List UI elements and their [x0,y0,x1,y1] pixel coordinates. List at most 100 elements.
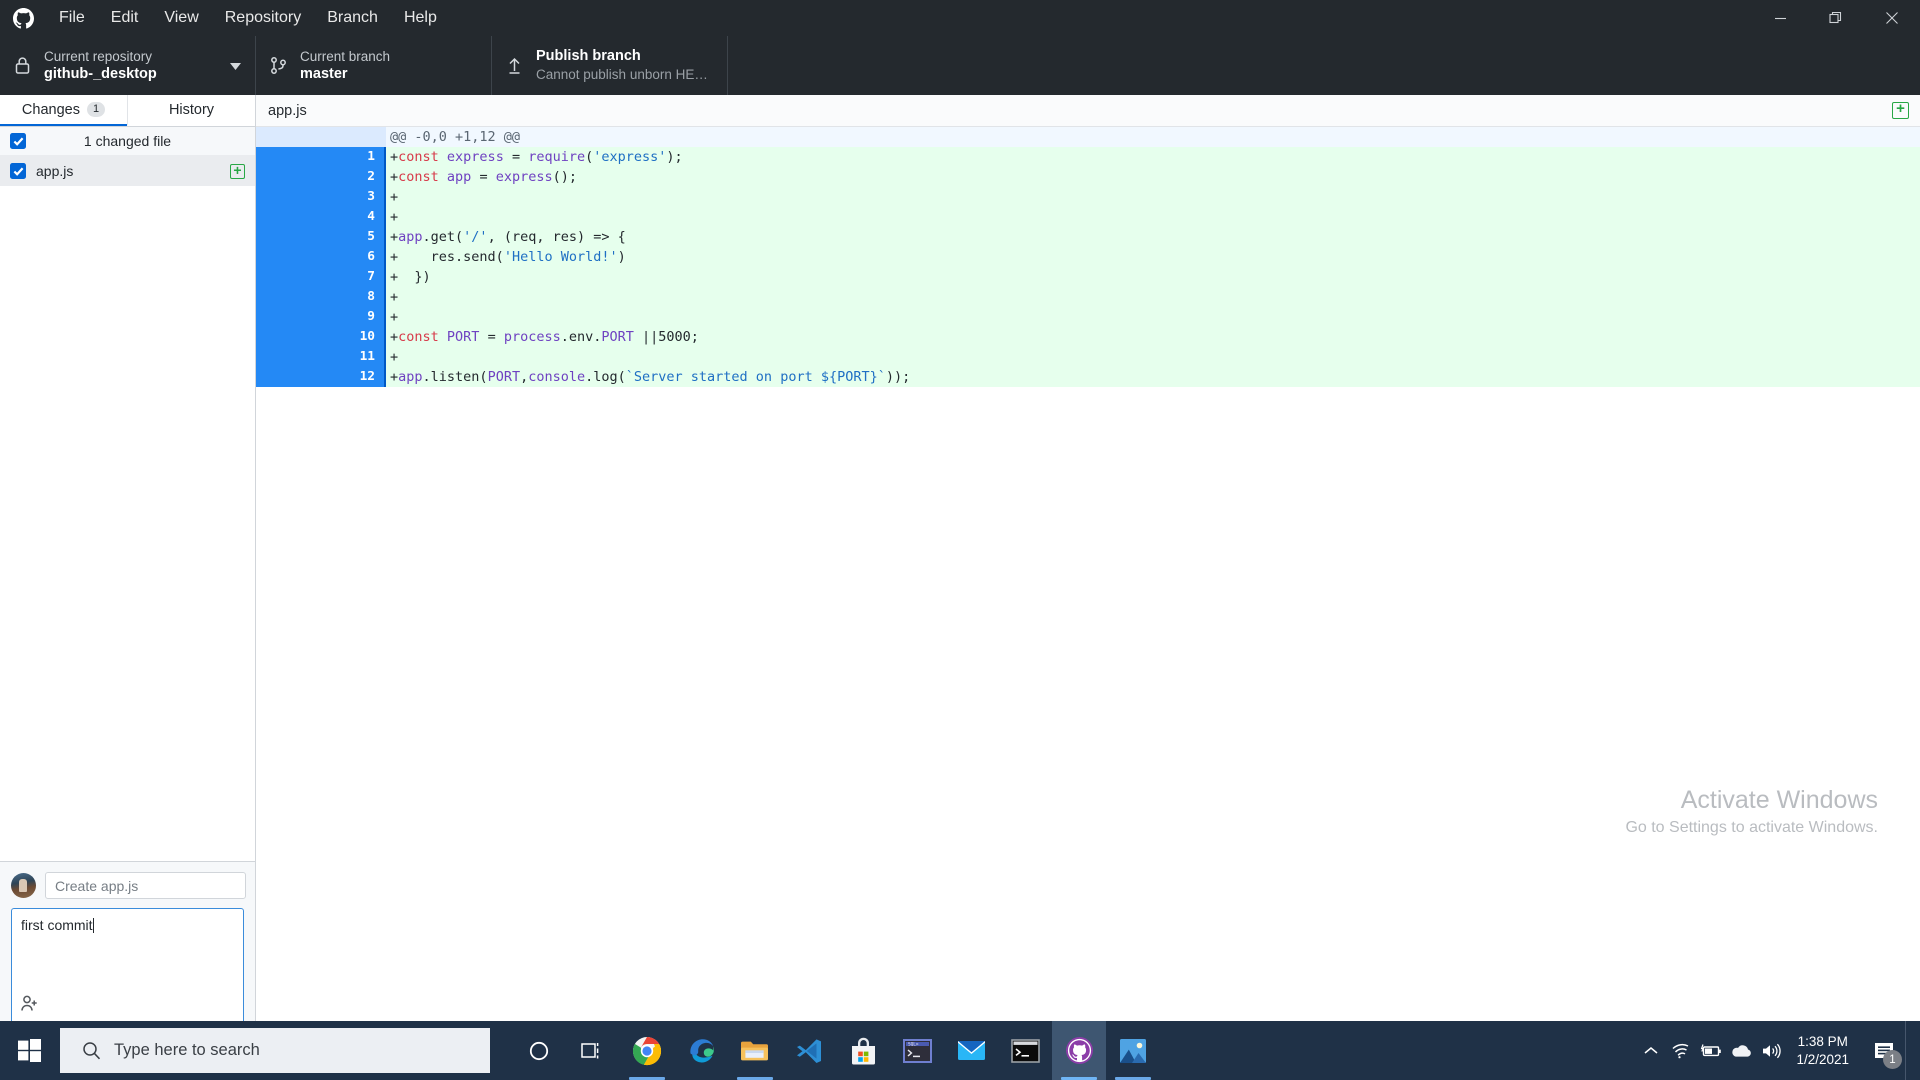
diff-gutter-old[interactable] [256,367,320,387]
diff-line-text: +app.get('/', (req, res) => { [386,227,1920,247]
diff-gutter-old[interactable] [256,147,320,167]
branch-icon [270,56,300,75]
changed-files-count-label: 1 changed file [83,133,172,149]
chevron-up-icon[interactable] [1636,1021,1666,1080]
diff-gutter-old[interactable] [256,127,320,147]
diff-line-number[interactable] [320,127,386,147]
diff-line-added[interactable]: 4 + [256,207,1920,227]
app-toolbar: Current repository github-_desktop Curre… [0,36,1920,95]
diff-line-added[interactable]: 10 +const PORT = process.env.PORT ||5000; [256,327,1920,347]
diff-line-number[interactable]: 7 [320,267,386,287]
diff-line-number[interactable]: 2 [320,167,386,187]
vs-code-icon[interactable] [782,1021,836,1080]
task-view-icon[interactable] [566,1021,620,1080]
commit-description-text: first commit [21,917,93,933]
clock-date: 1/2/2021 [1796,1051,1849,1067]
minimize-icon[interactable] [1752,0,1808,36]
tab-history[interactable]: History [127,95,255,126]
diff-line-number[interactable]: 10 [320,327,386,347]
google-chrome-icon[interactable] [620,1021,674,1080]
add-coauthor-icon[interactable] [20,994,39,1018]
diff-gutter-old[interactable] [256,267,320,287]
file-explorer-icon[interactable] [728,1021,782,1080]
diff-gutter-old[interactable] [256,187,320,207]
battery-charging-icon[interactable] [1696,1021,1726,1080]
diff-content[interactable]: @@ -0,0 +1,12 @@ 1 +const express = requir… [256,127,1920,1080]
diff-line-added[interactable]: 7 + }) [256,267,1920,287]
changes-sidebar: Changes 1 History 1 changed file app.js … [0,95,256,1080]
menu-repository[interactable]: Repository [212,0,314,36]
github-desktop-icon[interactable] [1052,1021,1106,1080]
wifi-icon[interactable] [1666,1021,1696,1080]
close-icon[interactable] [1864,0,1920,36]
diff-gutter-old[interactable] [256,247,320,267]
publish-branch-button[interactable]: Publish branch Cannot publish unborn HEA… [492,36,728,95]
diff-gutter-old[interactable] [256,167,320,187]
diff-hunk-header[interactable]: @@ -0,0 +1,12 @@ [256,127,1920,147]
diff-line-number[interactable]: 8 [320,287,386,307]
file-checkbox-app-js[interactable] [10,163,26,179]
diff-line-added[interactable]: 2 +const app = express(); [256,167,1920,187]
list-item[interactable]: app.js + [0,156,255,186]
command-prompt-icon[interactable] [998,1021,1052,1080]
diff-line-added[interactable]: 8 + [256,287,1920,307]
microsoft-edge-icon[interactable] [674,1021,728,1080]
diff-line-number[interactable]: 9 [320,307,386,327]
diff-line-number[interactable]: 4 [320,207,386,227]
diff-line-added[interactable]: 1 +const express = require('express'); [256,147,1920,167]
current-branch-button[interactable]: Current branch master [256,36,492,95]
diff-gutter-old[interactable] [256,327,320,347]
volume-icon[interactable] [1756,1021,1786,1080]
diff-line-added[interactable]: 5 +app.get('/', (req, res) => { [256,227,1920,247]
diff-line-added[interactable]: 9 + [256,307,1920,327]
current-repository-button[interactable]: Current repository github-_desktop [0,36,256,95]
diff-line-number[interactable]: 5 [320,227,386,247]
diff-gutter-old[interactable] [256,207,320,227]
windows-taskbar: Type here to search SQL> 1:38 PM 1/2/202… [0,1021,1920,1080]
diff-gutter-old[interactable] [256,307,320,327]
onedrive-icon[interactable] [1726,1021,1756,1080]
taskbar-clock[interactable]: 1:38 PM 1/2/2021 [1786,1033,1863,1069]
select-all-checkbox[interactable] [10,133,26,149]
diff-line-added[interactable]: 3 + [256,187,1920,207]
tab-changes[interactable]: Changes 1 [0,95,127,126]
commit-summary-row [11,872,246,899]
diff-line-number[interactable]: 6 [320,247,386,267]
menu-branch[interactable]: Branch [314,0,391,36]
action-center-icon[interactable]: 1 [1863,1021,1905,1080]
menu-help[interactable]: Help [391,0,450,36]
diff-line-added[interactable]: 11 + [256,347,1920,367]
restore-icon[interactable] [1808,0,1864,36]
diff-line-added[interactable]: 12 +app.listen(PORT,console.log(`Server s… [256,367,1920,387]
diff-header: app.js + [256,95,1920,127]
upload-arrow-icon [506,56,536,75]
windows-start-icon[interactable] [0,1021,59,1080]
clock-time: 1:38 PM [1797,1033,1848,1049]
diff-line-text: + [386,307,1920,327]
sql-terminal-icon[interactable]: SQL> [890,1021,944,1080]
microsoft-store-icon[interactable] [836,1021,890,1080]
commit-description-textarea[interactable]: first commit [11,908,244,1026]
diff-gutter-old[interactable] [256,287,320,307]
photos-icon[interactable] [1106,1021,1160,1080]
svg-text:SQL>: SQL> [908,1041,919,1047]
diff-line-text: + [386,347,1920,367]
diff-line-added[interactable]: 6 + res.send('Hello World!') [256,247,1920,267]
diff-gutter-old[interactable] [256,347,320,367]
diff-line-number[interactable]: 12 [320,367,386,387]
diff-line-number[interactable]: 3 [320,187,386,207]
diff-gutter-old[interactable] [256,227,320,247]
commit-summary-input[interactable] [45,872,246,899]
mail-icon[interactable] [944,1021,998,1080]
search-placeholder-label: Type here to search [114,1041,260,1059]
added-file-icon[interactable]: + [1892,101,1909,119]
menu-file[interactable]: File [46,0,98,36]
search-input[interactable]: Type here to search [60,1028,490,1073]
cortana-icon[interactable] [512,1021,566,1080]
show-desktop-button[interactable] [1905,1021,1914,1080]
diff-line-number[interactable]: 11 [320,347,386,367]
diff-line-text: + [386,187,1920,207]
menu-edit[interactable]: Edit [98,0,152,36]
diff-line-number[interactable]: 1 [320,147,386,167]
menu-view[interactable]: View [151,0,211,36]
